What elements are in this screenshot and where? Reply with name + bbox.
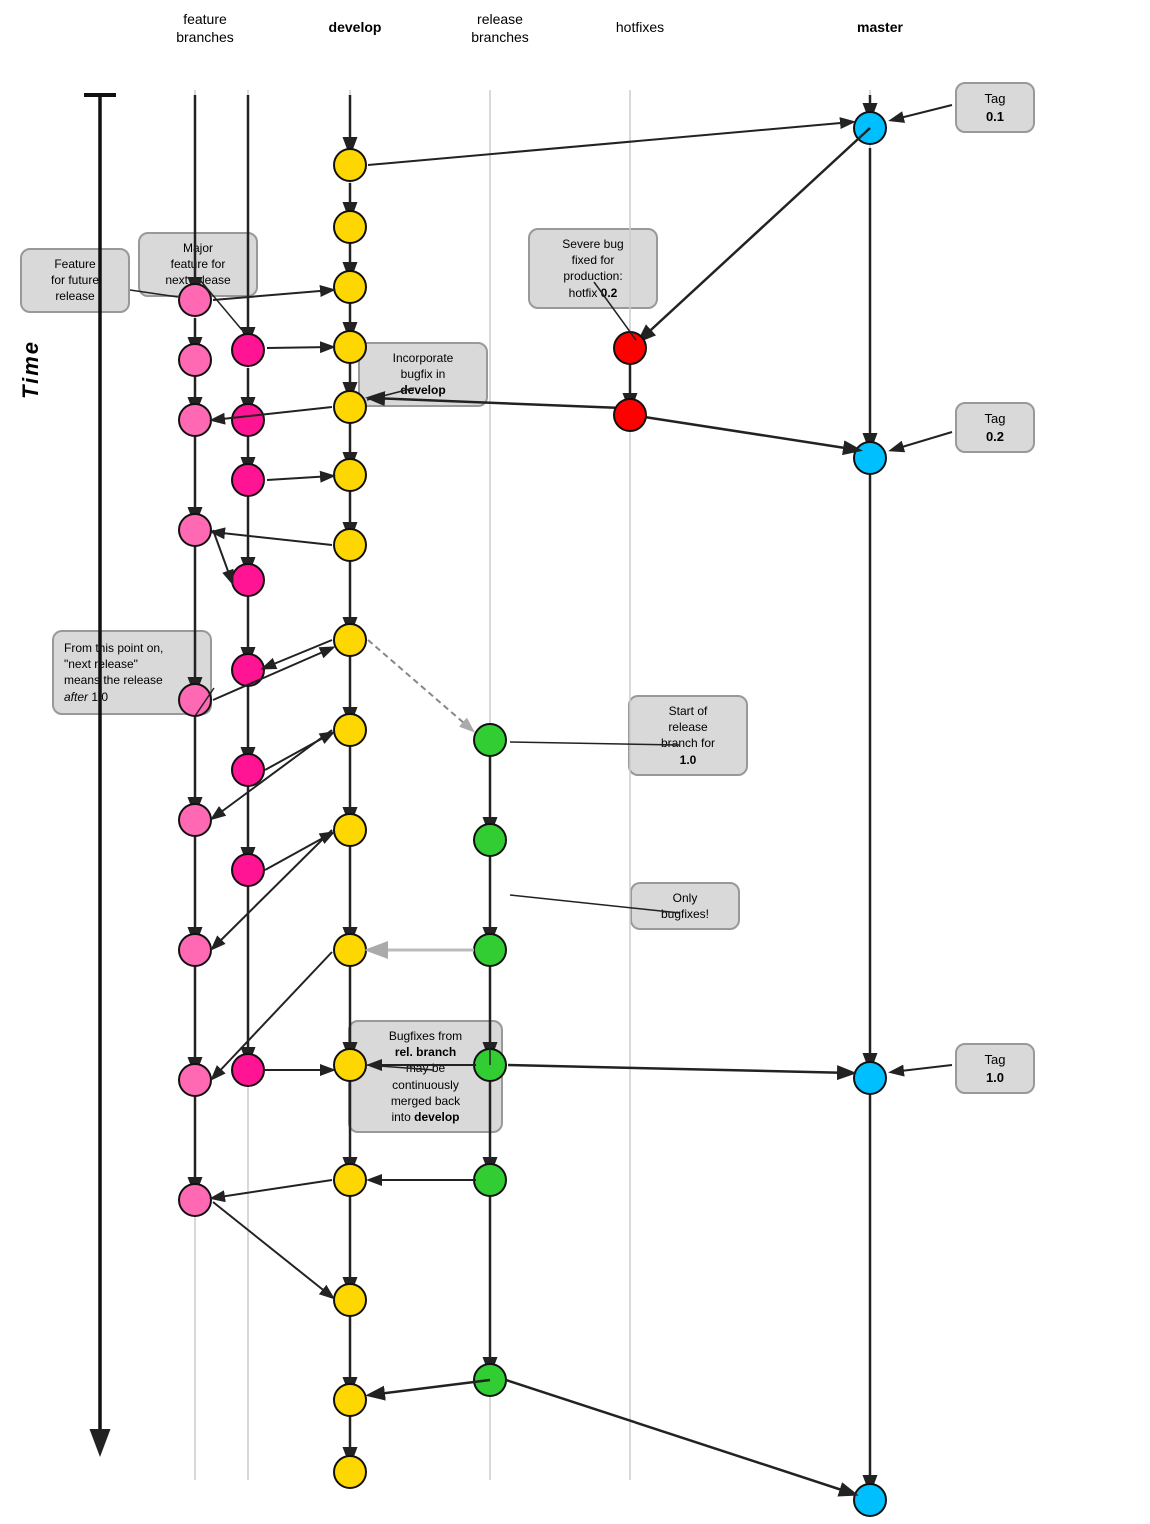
dev-to-feat1-1 <box>213 407 332 420</box>
dev-to-master-01 <box>368 122 852 165</box>
dev-node-15 <box>334 1384 366 1416</box>
release-to-master <box>508 1065 852 1073</box>
feat2-node-4 <box>232 564 264 596</box>
dev-to-feat1-1180 <box>213 1180 332 1198</box>
hotfix-to-master <box>638 416 858 450</box>
master-node-2 <box>854 442 886 474</box>
feat1-to-dev-700 <box>213 648 332 700</box>
rel-node-3 <box>474 934 506 966</box>
feat2-node-2 <box>232 404 264 436</box>
feat1-to-dev-1 <box>213 290 332 300</box>
dev-node-7 <box>334 529 366 561</box>
dev-node-12 <box>334 1049 366 1081</box>
dev-node-9 <box>334 714 366 746</box>
rel-node-2 <box>474 824 506 856</box>
rel-to-master-final <box>506 1380 854 1494</box>
feat1-node-3 <box>179 404 211 436</box>
tag-10-arrow <box>892 1065 952 1072</box>
dev-to-feat1-950 <box>213 952 332 1078</box>
feat1-node-7 <box>179 934 211 966</box>
tag-01-arrow <box>892 105 952 120</box>
dev-node-1 <box>334 149 366 181</box>
dev-node-13 <box>334 1164 366 1196</box>
dev-to-feat1-830 <box>213 830 332 948</box>
diagram: featurebranches develop releasebranches … <box>0 0 1150 1524</box>
feat2-node-1 <box>232 334 264 366</box>
dev-node-5 <box>334 391 366 423</box>
dev-node-11 <box>334 934 366 966</box>
dev-node-3 <box>334 271 366 303</box>
rel-node-1 <box>474 724 506 756</box>
feat2-to-dev-1 <box>267 347 332 348</box>
dev-node-6 <box>334 459 366 491</box>
feat2-to-dev-2 <box>267 476 332 480</box>
develop-to-release-dashed <box>368 640 472 730</box>
feat1-node-6 <box>179 804 211 836</box>
feat1-to-feat2 <box>213 530 232 582</box>
feat2-node-8 <box>232 1054 264 1086</box>
feat2-to-dev-770 <box>265 733 332 770</box>
rel-to-dev-1380 <box>370 1380 490 1395</box>
callout-tail-feature-future <box>130 290 178 297</box>
hotfix-node-1 <box>614 332 646 364</box>
feat1-node-8 <box>179 1064 211 1096</box>
main-svg <box>0 0 1150 1524</box>
feat2-node-7 <box>232 854 264 886</box>
dev-node-2 <box>334 211 366 243</box>
feat1-node-4 <box>179 514 211 546</box>
callout-tail-start-release <box>510 742 680 745</box>
callout-tail-only-bugfixes <box>510 895 680 913</box>
hotfix-to-develop <box>370 398 622 408</box>
dev-node-4 <box>334 331 366 363</box>
dev-node-10 <box>334 814 366 846</box>
hotfix-branch-start <box>640 128 870 340</box>
dev-node-8 <box>334 624 366 656</box>
feat1-node-2 <box>179 344 211 376</box>
feat2-node-5 <box>232 654 264 686</box>
feat2-node-3 <box>232 464 264 496</box>
hotfix-node-2 <box>614 399 646 431</box>
tag-02-arrow <box>892 432 952 450</box>
master-node-4 <box>854 1484 886 1516</box>
rel-node-5 <box>474 1164 506 1196</box>
dev-node-14 <box>334 1284 366 1316</box>
master-node-3 <box>854 1062 886 1094</box>
dev-node-16 <box>334 1456 366 1488</box>
feat1-node-9 <box>179 1184 211 1216</box>
feat1-to-dev-1200 <box>213 1202 332 1297</box>
feat1-node-1 <box>179 284 211 316</box>
feat2-node-6 <box>232 754 264 786</box>
dev-to-feat1-2 <box>213 532 332 545</box>
